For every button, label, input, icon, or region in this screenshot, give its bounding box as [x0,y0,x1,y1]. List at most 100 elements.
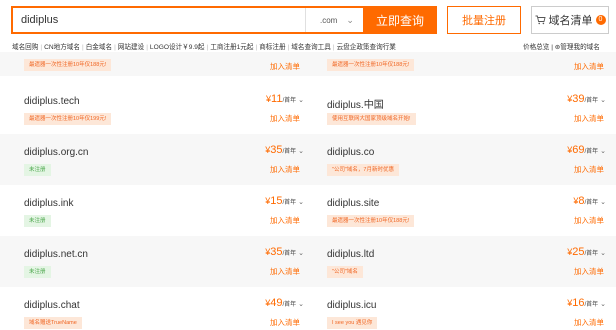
price-unit: /首年 [584,98,599,104]
domain-price[interactable]: ¥16/首年 ⌄ [567,297,606,309]
bulk-register-button[interactable]: 批量注册 [447,6,521,34]
domain-price[interactable]: ¥35/首年 ⌄ [265,246,304,258]
domain-name[interactable]: didiplus.icu [327,300,376,311]
add-to-list-button[interactable]: 加入清单 [574,215,604,226]
nav-link-buyback[interactable]: 域名回购 [12,44,38,51]
add-to-list-button[interactable]: 加入清单 [270,266,300,277]
domain-price[interactable]: ¥69/首年 ⌄ [567,144,606,156]
domain-result: didiplus.site 最遗器一次性注册10年仅188元! ¥8/首年 ⌄ 加… [317,185,616,236]
nav-separator: | [146,44,148,51]
partial-left-tag: 最遗器一次性注册10年仅188元! [24,59,112,71]
partial-left-add-button[interactable]: 加入清单 [270,61,300,72]
search-input[interactable] [13,8,305,32]
result-row: didiplus.net.cn 未注册 ¥35/首年 ⌄ 加入清单 didiplu… [0,236,616,287]
price-value: 16 [572,297,585,309]
unregistered-tag: 未注册 [24,164,51,176]
cart-icon [535,15,546,25]
unregistered-tag: 未注册 [24,215,51,227]
add-to-list-button[interactable]: 加入清单 [574,164,604,175]
price-unit: /首年 [282,200,297,206]
domain-price[interactable]: ¥15/首年 ⌄ [265,195,304,207]
price-value: 49 [270,297,283,309]
domain-name[interactable]: didiplus.ltd [327,249,374,260]
nav-separator: | [206,44,209,51]
domain-name[interactable]: didiplus.org.cn [24,147,88,158]
domain-result: didiplus.org.cn 未注册 ¥35/首年 ⌄ 加入清单 [14,134,314,185]
add-to-list-button[interactable]: 加入清单 [574,113,604,124]
partial-right-add-button[interactable]: 加入清单 [574,61,604,72]
add-to-list-button[interactable]: 加入清单 [574,317,604,328]
domain-name[interactable]: didiplus.site [327,198,379,209]
nav-link-cn-local[interactable]: CN地方域名 [44,44,80,51]
domain-name[interactable]: didiplus.tech [24,96,80,107]
price-unit: /首年 [282,98,297,104]
chevron-down-icon: ⌄ [298,199,304,206]
add-to-list-button[interactable]: 加入清单 [270,317,300,328]
price-value: 39 [572,93,585,105]
nav-separator: | [255,44,258,51]
domain-price[interactable]: ¥35/首年 ⌄ [265,144,304,156]
domain-result: didiplus.net.cn 未注册 ¥35/首年 ⌄ 加入清单 [14,236,314,287]
quick-links: 域名回购 | CN地方域名 | 白金域名 | 网站建设 | LOGO设计￥9.9起 | 工商注册1元… [12,41,396,51]
promo-tag: 使用互联网大国家顶级域名开始! [327,113,416,125]
domain-price[interactable]: ¥39/首年 ⌄ [567,93,606,105]
top-search-bar: .com ⌄ 立即查询 批量注册 域名清单 0 [0,0,616,42]
chevron-down-icon: ⌄ [298,301,304,308]
nav-link-policy[interactable]: 云盘企政策查询行業 [337,44,396,51]
nav-link-domain-tools[interactable]: 域名查询工具 [291,44,331,51]
domain-name[interactable]: didiplus.chat [24,300,80,311]
nav-link-website-build[interactable]: 网站建设 [118,44,144,51]
domain-list-button[interactable]: 域名清单 0 [531,6,609,34]
search-box: .com ⌄ [11,6,363,34]
price-unit: /首年 [584,302,599,308]
domain-result: didiplus.chat 域名赠送TrueName ¥49/首年 ⌄ 加入清单 [14,287,314,330]
promo-tag: I see you 遇见你 [327,317,378,329]
domain-name[interactable]: didiplus.中国 [327,96,384,111]
chevron-down-icon: ⌄ [600,250,606,257]
price-value: 11 [271,93,283,105]
price-unit: /首年 [584,251,599,257]
partial-right-tag: 最遗器一次性注册10年仅188元! [327,59,415,71]
domain-result: didiplus.co "公司"域名，7月新时优惠 ¥69/首年 ⌄ 加入清单 [317,134,616,185]
price-value: 69 [572,144,585,156]
result-row: didiplus.chat 域名赠送TrueName ¥49/首年 ⌄ 加入清单 … [0,287,616,330]
nav-link-manage-domains[interactable]: 管理我的域名 [560,44,600,51]
price-unit: /首年 [282,149,297,155]
domain-name[interactable]: didiplus.co [327,147,374,158]
tld-select[interactable]: .com ⌄ [305,8,363,32]
promo-tag: 最遗器一次性注册10年仅188元! [327,215,415,227]
price-value: 25 [572,246,585,258]
promo-tag: 最遗器一次性注册10年仅199元! [24,113,112,125]
search-button[interactable]: 立即查询 [363,6,437,34]
nav-right-links: 价格总览 | ⊛管理我的域名 [523,41,600,51]
nav-separator: | [40,44,43,51]
promo-tag: "公司"域名，7月新时优惠 [327,164,399,176]
domain-price[interactable]: ¥25/首年 ⌄ [567,246,606,258]
tld-select-value: .com [320,15,338,25]
add-to-list-button[interactable]: 加入清单 [270,215,300,226]
result-row: didiplus.tech 最遗器一次性注册10年仅199元! ¥11/首年 ⌄ … [0,83,616,134]
nav-link-platinum[interactable]: 白金域名 [86,44,112,51]
nav-link-logo-design[interactable]: LOGO设计￥9.9起 [150,44,205,51]
domain-price[interactable]: ¥49/首年 ⌄ [265,297,304,309]
chevron-down-icon: ⌄ [298,97,304,104]
nav-separator: | [82,44,84,51]
price-value: 15 [270,195,283,207]
partial-result-row: 最遗器一次性注册10年仅188元! 加入清单 最遗器一次性注册10年仅188元!… [0,52,616,76]
cart-count-badge: 0 [595,15,606,25]
nav-link-price-overview[interactable]: 价格总览 [523,44,549,51]
domain-price[interactable]: ¥11/首年 ⌄ [266,93,304,105]
add-to-list-button[interactable]: 加入清单 [270,113,300,124]
domain-result: didiplus.icu I see you 遇见你 ¥16/首年 ⌄ 加入清单 [317,287,616,330]
price-value: 35 [270,246,283,258]
add-to-list-button[interactable]: 加入清单 [574,266,604,277]
add-to-list-button[interactable]: 加入清单 [270,164,300,175]
domain-price[interactable]: ¥8/首年 ⌄ [573,195,606,207]
domain-name[interactable]: didiplus.net.cn [24,249,88,260]
nav-link-business-registration[interactable]: 工商注册1元起 [210,44,253,51]
nav-link-trademark[interactable]: 商标注册 [259,44,285,51]
chevron-down-icon: ⌄ [600,97,606,104]
nav-separator: | [114,44,116,51]
domain-name[interactable]: didiplus.ink [24,198,73,209]
promo-tag: 域名赠送TrueName [24,317,82,329]
